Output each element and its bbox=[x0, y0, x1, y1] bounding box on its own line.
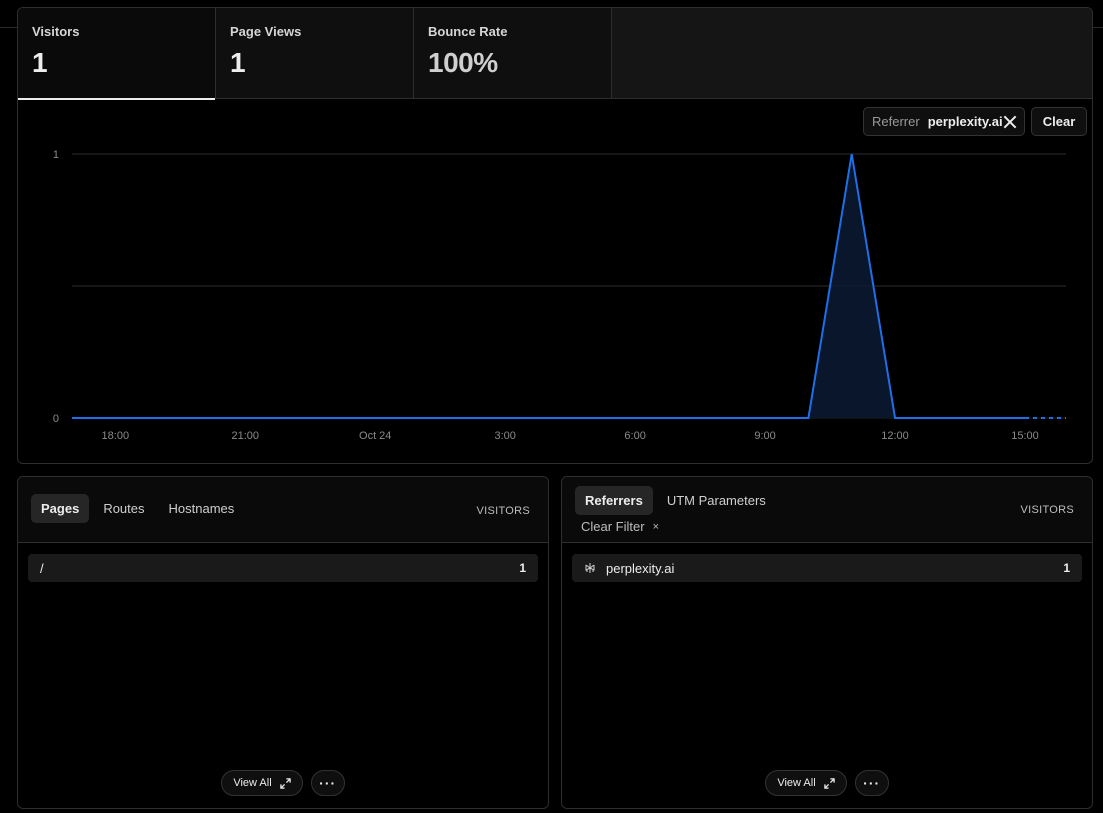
view-all-button[interactable]: View All bbox=[221, 770, 303, 796]
panel-footer: View All ··· bbox=[562, 770, 1092, 796]
panel-header: Pages Routes Hostnames VISITORS bbox=[18, 477, 548, 543]
list-item[interactable]: / 1 bbox=[28, 554, 538, 582]
panel-tabs: Pages Routes Hostnames bbox=[31, 494, 244, 523]
referrers-panel: Referrers UTM Parameters VISITORS Clear … bbox=[561, 476, 1093, 809]
header-divider bbox=[1092, 27, 1103, 28]
column-header-visitors: VISITORS bbox=[476, 505, 530, 517]
view-all-label: View All bbox=[777, 777, 816, 789]
referrer-filter-chip: Referrer perplexity.ai bbox=[863, 107, 1025, 136]
clear-filter-button[interactable]: Clear Filter × bbox=[581, 519, 659, 534]
x-tick-label: 9:00 bbox=[754, 430, 775, 442]
tab-routes[interactable]: Routes bbox=[93, 494, 154, 523]
view-all-label: View All bbox=[233, 777, 272, 789]
tab-referrers[interactable]: Referrers bbox=[575, 486, 653, 515]
x-tick-label: 15:00 bbox=[1011, 430, 1039, 442]
x-tick-label: 3:00 bbox=[494, 430, 515, 442]
clear-filters-button[interactable]: Clear bbox=[1031, 107, 1087, 136]
x-tick-label: Oct 24 bbox=[359, 430, 391, 442]
list-item[interactable]: perplexity.ai 1 bbox=[572, 554, 1082, 582]
x-tick-label: 12:00 bbox=[881, 430, 909, 442]
more-options-button[interactable]: ··· bbox=[310, 770, 345, 796]
panel-footer: View All ··· bbox=[18, 770, 548, 796]
x-tick-label: 18:00 bbox=[102, 430, 130, 442]
visitor-count: 1 bbox=[1063, 561, 1070, 575]
panel-header: Referrers UTM Parameters VISITORS Clear … bbox=[562, 477, 1092, 543]
close-icon[interactable] bbox=[1003, 115, 1016, 129]
page-path: / bbox=[40, 560, 44, 576]
analytics-card: Visitors 1 Page Views 1 Bounce Rate 100%… bbox=[17, 7, 1093, 464]
y-tick-label: 1 bbox=[53, 149, 59, 161]
column-header-visitors: VISITORS bbox=[1020, 504, 1074, 516]
visitors-line-chart: 1 0 18:00 21:00 Oct 24 3:00 6:00 9:00 12:00 15:00 bbox=[53, 149, 1066, 442]
x-tick-label: 6:00 bbox=[624, 430, 645, 442]
tab-pages[interactable]: Pages bbox=[31, 494, 90, 523]
filter-key: Referrer bbox=[872, 114, 920, 129]
close-icon: × bbox=[652, 520, 660, 533]
filter-value: perplexity.ai bbox=[927, 114, 1003, 129]
header-divider bbox=[0, 27, 18, 28]
pages-panel: Pages Routes Hostnames VISITORS / 1 View… bbox=[17, 476, 549, 809]
perplexity-icon bbox=[585, 563, 595, 573]
referrer-name: perplexity.ai bbox=[606, 560, 675, 576]
view-all-button[interactable]: View All bbox=[765, 770, 847, 796]
tab-utm-parameters[interactable]: UTM Parameters bbox=[657, 486, 776, 515]
panel-tabs: Referrers UTM Parameters bbox=[575, 486, 776, 515]
x-tick-label: 21:00 bbox=[232, 430, 260, 442]
y-tick-label: 0 bbox=[53, 413, 59, 425]
expand-icon bbox=[279, 777, 291, 789]
more-options-button[interactable]: ··· bbox=[854, 770, 889, 796]
visitor-count: 1 bbox=[519, 561, 526, 575]
tab-hostnames[interactable]: Hostnames bbox=[159, 494, 245, 523]
clear-filter-label: Clear Filter bbox=[581, 519, 645, 534]
expand-icon bbox=[823, 777, 835, 789]
